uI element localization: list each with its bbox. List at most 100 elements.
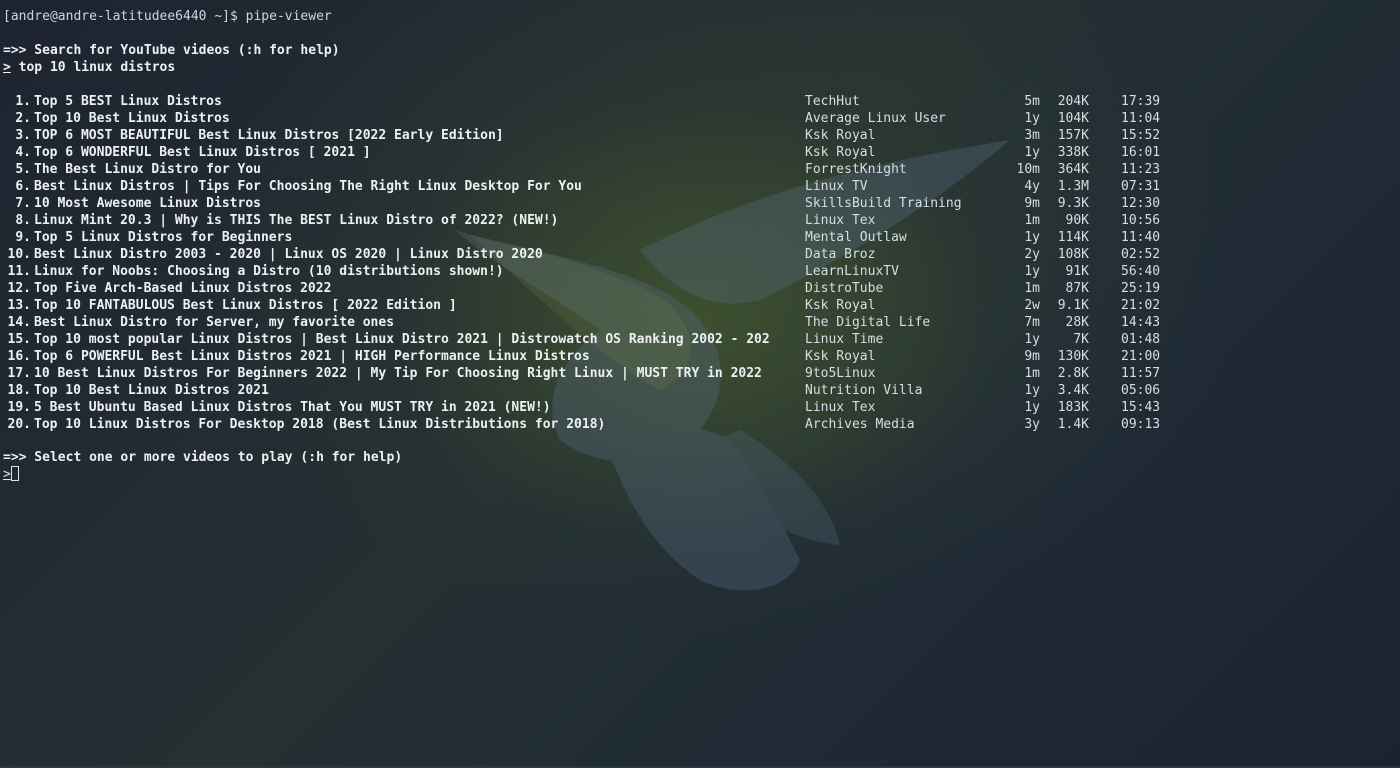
- result-title: Top 10 Best Linux Distros 2021: [34, 383, 269, 398]
- result-views: 204K: [1057, 94, 1089, 109]
- result-duration: 56:40: [1121, 264, 1161, 279]
- result-age: 1m: [1024, 366, 1040, 381]
- shell-user-host: [andre@andre-latitudee6440 ~]$: [3, 9, 238, 24]
- result-views: 364K: [1057, 162, 1089, 177]
- result-channel: LearnLinuxTV: [805, 264, 899, 279]
- select-input-line[interactable]: >: [3, 466, 19, 483]
- result-age: 9m: [1024, 349, 1040, 364]
- result-row[interactable]: 17. 10 Best Linux Distros For Beginners 2…: [0, 365, 1400, 382]
- result-number: 18.: [7, 383, 31, 398]
- result-views: 3.4K: [1057, 383, 1089, 398]
- result-channel: Data Broz: [805, 247, 876, 262]
- result-views: 9.1K: [1057, 298, 1089, 313]
- result-title: 10 Most Awesome Linux Distros: [34, 196, 261, 211]
- result-channel: Ksk Royal: [805, 128, 876, 143]
- result-channel: SkillsBuild Training: [805, 196, 962, 211]
- result-title: Top 10 FANTABULOUS Best Linux Distros [ …: [34, 298, 457, 313]
- result-row[interactable]: 4. Top 6 WONDERFUL Best Linux Distros [ 2…: [0, 144, 1400, 161]
- result-channel: Linux Tex: [805, 400, 876, 415]
- result-views: 1.4K: [1057, 417, 1089, 432]
- result-views: 9.3K: [1057, 196, 1089, 211]
- result-age: 10m: [1016, 162, 1040, 177]
- result-row[interactable]: 20. Top 10 Linux Distros For Desktop 2018…: [0, 416, 1400, 433]
- result-channel: Archives Media: [805, 417, 915, 432]
- result-row[interactable]: 14. Best Linux Distro for Server, my favo…: [0, 314, 1400, 331]
- result-duration: 07:31: [1121, 179, 1161, 194]
- result-row[interactable]: 1. Top 5 BEST Linux Distros TechHut 5m 204K 1…: [0, 93, 1400, 110]
- result-title: Linux for Noobs: Choosing a Distro (10 d…: [34, 264, 504, 279]
- result-age: 1y: [1024, 145, 1040, 160]
- result-title: Top 10 most popular Linux Distros | Best…: [34, 332, 770, 347]
- search-input-line[interactable]: > top 10 linux distros: [3, 59, 175, 76]
- result-channel: DistroTube: [805, 281, 884, 296]
- result-number: 17.: [7, 366, 31, 381]
- cursor-block: [10, 466, 19, 481]
- result-age: 4y: [1024, 179, 1040, 194]
- result-age: 1y: [1024, 264, 1040, 279]
- result-duration: 25:19: [1121, 281, 1161, 296]
- result-title: 10 Best Linux Distros For Beginners 2022…: [34, 366, 762, 381]
- result-row[interactable]: 13. Top 10 FANTABULOUS Best Linux Distros…: [0, 297, 1400, 314]
- result-row[interactable]: 9. Top 5 Linux Distros for Beginners Menta…: [0, 229, 1400, 246]
- result-number: 19.: [7, 400, 31, 415]
- result-number: 5.: [15, 162, 31, 177]
- result-age: 5m: [1024, 94, 1040, 109]
- result-number: 3.: [15, 128, 31, 143]
- result-channel: TechHut: [805, 94, 860, 109]
- result-views: 157K: [1057, 128, 1089, 143]
- result-row[interactable]: 2. Top 10 Best Linux Distros Average Linux…: [0, 110, 1400, 127]
- result-views: 2.8K: [1057, 366, 1089, 381]
- result-age: 1y: [1024, 383, 1040, 398]
- result-views: 114K: [1057, 230, 1089, 245]
- result-row[interactable]: 18. Top 10 Best Linux Distros 2021 Nutriti…: [0, 382, 1400, 399]
- result-channel: Mental Outlaw: [805, 230, 907, 245]
- result-channel: Ksk Royal: [805, 145, 876, 160]
- result-number: 11.: [7, 264, 31, 279]
- result-age: 1y: [1024, 111, 1040, 126]
- result-row[interactable]: 12. Top Five Arch-Based Linux Distros 202…: [0, 280, 1400, 297]
- result-channel: Linux TV: [805, 179, 868, 194]
- result-duration: 02:52: [1121, 247, 1161, 262]
- result-title: Top 6 WONDERFUL Best Linux Distros [ 202…: [34, 145, 371, 160]
- result-views: 183K: [1057, 400, 1089, 415]
- result-row[interactable]: 5. The Best Linux Distro for You ForrestKn…: [0, 161, 1400, 178]
- result-number: 14.: [7, 315, 31, 330]
- result-duration: 09:13: [1121, 417, 1161, 432]
- search-input-marker: >: [3, 60, 11, 75]
- result-age: 7m: [1024, 315, 1040, 330]
- result-row[interactable]: 15. Top 10 most popular Linux Distros | B…: [0, 331, 1400, 348]
- result-title: 5 Best Ubuntu Based Linux Distros That Y…: [34, 400, 551, 415]
- result-duration: 16:01: [1121, 145, 1161, 160]
- search-prompt-label: =>> Search for YouTube videos (:h for he…: [3, 43, 340, 58]
- result-row[interactable]: 10. Best Linux Distro 2003 - 2020 | Linux…: [0, 246, 1400, 263]
- result-row[interactable]: 19. 5 Best Ubuntu Based Linux Distros Tha…: [0, 399, 1400, 416]
- result-number: 6.: [15, 179, 31, 194]
- result-duration: 11:23: [1121, 162, 1161, 177]
- terminal-window[interactable]: [andre@andre-latitudee6440 ~]$ pipe-view…: [0, 0, 1400, 768]
- result-age: 1y: [1024, 230, 1040, 245]
- result-duration: 21:02: [1121, 298, 1161, 313]
- result-duration: 15:52: [1121, 128, 1161, 143]
- result-number: 2.: [15, 111, 31, 126]
- result-row[interactable]: 8. Linux Mint 20.3 | Why is THIS The BEST…: [0, 212, 1400, 229]
- shell-prompt-line: [andre@andre-latitudee6440 ~]$ pipe-view…: [3, 8, 332, 25]
- result-title: Top 5 Linux Distros for Beginners: [34, 230, 293, 245]
- result-row[interactable]: 16. Top 6 POWERFUL Best Linux Distros 202…: [0, 348, 1400, 365]
- result-number: 8.: [15, 213, 31, 228]
- shell-command: pipe-viewer: [237, 9, 332, 24]
- result-title: Top 6 POWERFUL Best Linux Distros 2021 |…: [34, 349, 590, 364]
- result-views: 1.3M: [1057, 179, 1089, 194]
- result-channel: Ksk Royal: [805, 298, 876, 313]
- result-duration: 12:30: [1121, 196, 1161, 211]
- result-row[interactable]: 11. Linux for Noobs: Choosing a Distro (1…: [0, 263, 1400, 280]
- result-views: 91K: [1065, 264, 1089, 279]
- result-number: 16.: [7, 349, 31, 364]
- result-row[interactable]: 7. 10 Most Awesome Linux Distros SkillsBui…: [0, 195, 1400, 212]
- search-query[interactable]: top 10 linux distros: [11, 60, 176, 75]
- result-row[interactable]: 6. Best Linux Distros | Tips For Choosing…: [0, 178, 1400, 195]
- result-row[interactable]: 3. TOP 6 MOST BEAUTIFUL Best Linux Distro…: [0, 127, 1400, 144]
- result-age: 1y: [1024, 332, 1040, 347]
- result-age: 3y: [1024, 417, 1040, 432]
- result-number: 15.: [7, 332, 31, 347]
- result-duration: 11:04: [1121, 111, 1161, 126]
